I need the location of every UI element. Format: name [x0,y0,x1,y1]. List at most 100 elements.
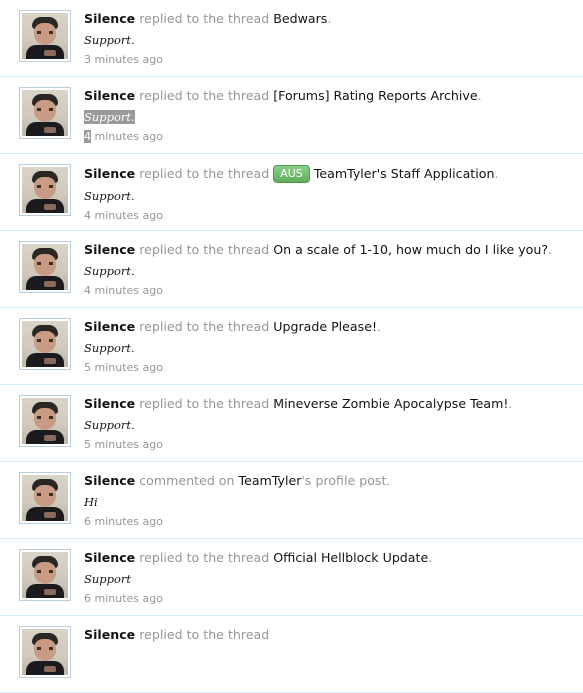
action-text: replied to the thread [139,166,270,181]
timestamp[interactable]: 6 minutes ago [84,515,573,529]
action-text: replied to the thread [139,242,270,257]
avatar-image [22,167,68,213]
post-snippet-text: Support. [84,418,135,432]
avatar[interactable] [19,318,71,370]
thread-link[interactable]: Bedwars [273,11,327,26]
period: . [548,242,553,257]
feed-item-title: Silence replied to the thread Official H… [84,550,573,566]
avatar-image [22,475,68,521]
post-snippet-text: Hi [84,495,98,509]
timestamp[interactable]: 3 minutes ago [84,53,573,67]
action-text: replied to the thread [139,88,270,103]
username-link[interactable]: Silence [84,473,135,488]
post-snippet-text: Support. [84,264,135,278]
feed-item: Silence replied to the thread Official H… [0,539,583,616]
thread-link[interactable]: On a scale of 1-10, how much do I like y… [273,242,548,257]
username-link[interactable]: Silence [84,242,135,257]
feed-item-content: Silence replied to the thread Official H… [84,550,573,606]
post-snippet: Support. [84,33,573,47]
username-link[interactable]: Silence [84,550,135,565]
feed-item: Silence replied to the thread Upgrade Pl… [0,308,583,385]
post-snippet: Support. [84,341,573,355]
timestamp[interactable]: 5 minutes ago [84,361,573,375]
post-snippet: Support. [84,418,573,432]
feed-item-content: Silence commented on TeamTyler's profile… [84,473,573,529]
action-text: replied to the thread [139,319,270,334]
avatar[interactable] [19,626,71,678]
feed-item-title: Silence replied to the thread Mineverse … [84,396,573,412]
timestamp[interactable]: 4 minutes ago [84,130,573,144]
avatar[interactable] [19,241,71,293]
feed-item-title: Silence replied to the thread Bedwars. [84,11,573,27]
feed-item: Silence replied to the thread [0,616,583,693]
timestamp[interactable]: 5 minutes ago [84,438,573,452]
username-link[interactable]: Silence [84,396,135,411]
feed-item: Silence replied to the thread Mineverse … [0,385,583,462]
post-snippet: Hi [84,495,573,509]
feed-item: Silence commented on TeamTyler's profile… [0,462,583,539]
timestamp[interactable]: 4 minutes ago [84,284,573,298]
avatar[interactable] [19,10,71,62]
timestamp[interactable]: 6 minutes ago [84,592,573,606]
username-link[interactable]: Silence [84,166,135,181]
avatar-image [22,244,68,290]
timestamp-rest: minutes ago [91,130,163,143]
thread-link[interactable]: TeamTyler's Staff Application [314,166,495,181]
feed-item-content: Silence replied to the thread Mineverse … [84,396,573,452]
post-snippet-text: Support. [84,341,135,355]
feed-item-content: Silence replied to the thread [Forums] R… [84,88,573,144]
username-link[interactable]: Silence [84,88,135,103]
thread-link[interactable]: Mineverse Zombie Apocalypse Team! [273,396,508,411]
timestamp-selected-digit: 4 [84,130,91,143]
feed-item-title: Silence replied to the thread Upgrade Pl… [84,319,573,335]
post-snippet-text: Support. [84,33,135,47]
post-snippet: Support [84,572,573,586]
avatar-image [22,398,68,444]
feed-item: Silence replied to the thread Bedwars. S… [0,0,583,77]
post-snippet-text: Support [84,572,132,586]
profile-post-text: 's profile post. [301,473,391,488]
post-snippet: Support. [84,264,573,278]
action-text: replied to the thread [139,396,270,411]
avatar[interactable] [19,87,71,139]
thread-link[interactable]: Official Hellblock Update [273,550,428,565]
action-text: replied to the thread [139,550,270,565]
period: . [477,88,482,103]
avatar-image [22,13,68,59]
post-snippet: Support. [84,189,573,203]
feed-item-title: Silence replied to the thread On a scale… [84,242,573,258]
avatar[interactable] [19,395,71,447]
avatar-image [22,629,68,675]
post-snippet-text: Support. [84,110,135,124]
avatar-image [22,552,68,598]
action-text: replied to the thread [139,11,270,26]
timestamp[interactable]: 4 minutes ago [84,209,573,223]
period: . [494,166,499,181]
avatar[interactable] [19,472,71,524]
avatar[interactable] [19,164,71,216]
feed-item-title: Silence replied to the thread AUS TeamTy… [84,165,573,183]
feed-item: Silence replied to the thread AUS TeamTy… [0,154,583,231]
period: . [508,396,513,411]
feed-item: Silence replied to the thread [Forums] R… [0,77,583,154]
username-link[interactable]: Silence [84,11,135,26]
period: . [428,550,433,565]
avatar-image [22,90,68,136]
thread-link[interactable]: [Forums] Rating Reports Archive [273,88,477,103]
avatar-image [22,321,68,367]
feed-item-title: Silence replied to the thread [Forums] R… [84,88,573,104]
avatar[interactable] [19,549,71,601]
post-snippet: Support. [84,110,573,124]
feed-item-content: Silence replied to the thread Bedwars. S… [84,11,573,67]
feed-item-title: Silence commented on TeamTyler's profile… [84,473,573,489]
feed-item-content: Silence replied to the thread On a scale… [84,242,573,298]
username-link[interactable]: Silence [84,319,135,334]
feed-item-content: Silence replied to the thread AUS TeamTy… [84,165,573,223]
news-feed: Silence replied to the thread Bedwars. S… [0,0,583,693]
feed-item-content: Silence replied to the thread [84,627,573,643]
thread-link[interactable]: Upgrade Please! [273,319,377,334]
post-snippet-text: Support. [84,189,135,203]
profile-user-link[interactable]: TeamTyler [239,473,302,488]
feed-item: Silence replied to the thread On a scale… [0,231,583,308]
feed-item-title: Silence replied to the thread [84,627,573,643]
